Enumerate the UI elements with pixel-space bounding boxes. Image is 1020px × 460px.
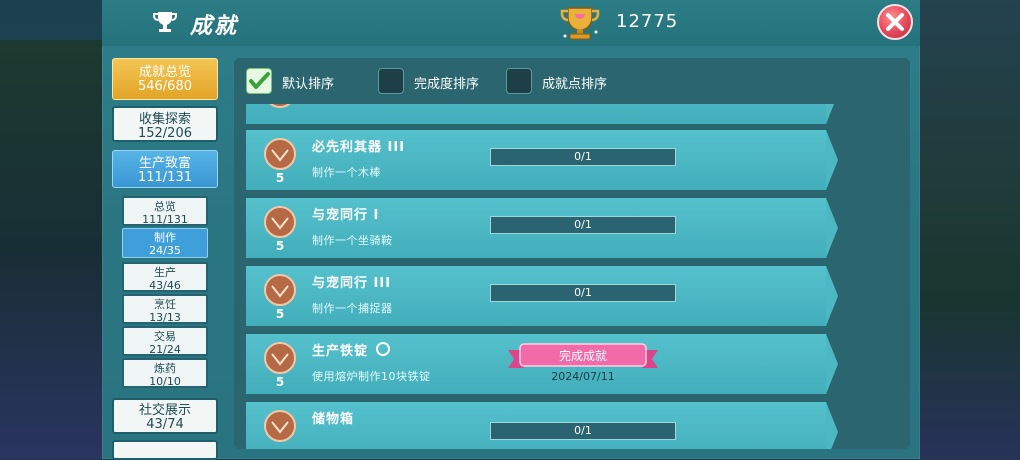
achievement-card[interactable]: [246, 104, 838, 124]
card-arrow: [826, 266, 838, 326]
completion-date: 2024/07/11: [551, 370, 615, 383]
title-bar: 成就 12775: [102, 0, 920, 46]
achievement-name: 生产铁锭: [312, 340, 391, 359]
sidebar-label: 生产致富: [138, 156, 191, 171]
subcategory-cooking[interactable]: 烹饪 13/13: [122, 294, 208, 324]
bronze-medal-icon: 5: [264, 274, 296, 320]
sidebar-achievement-overview[interactable]: 成就总览 546/680: [112, 58, 218, 100]
achievement-card[interactable]: 5 必先利其器 III 制作一个木棒 0/1: [246, 130, 838, 190]
sub-label: 制作: [154, 231, 176, 244]
close-icon: [886, 13, 904, 31]
subcategory-overview[interactable]: 总览 111/131: [122, 196, 208, 226]
sub-label: 生产: [154, 266, 176, 279]
achievement-name: 储物箱: [312, 412, 355, 427]
progress-bar: 0/1: [490, 148, 676, 166]
sidebar-next-category[interactable]: [112, 440, 218, 460]
achievement-name-text: 生产铁锭: [312, 344, 369, 359]
medal-level: 5: [276, 171, 284, 184]
sidebar-count: 111/131: [137, 170, 192, 185]
achievement-description: 制作一个木棒: [312, 166, 381, 179]
sub-count: 10/10: [149, 375, 181, 388]
achievement-name: 与宠同行 III: [312, 276, 392, 291]
sub-count: 43/46: [149, 279, 181, 292]
sidebar-count: 152/206: [137, 126, 192, 141]
bronze-medal-icon: [269, 104, 291, 108]
card-arrow: [826, 130, 838, 190]
subcategory-alchemy[interactable]: 炼药 10/10: [122, 358, 208, 388]
gold-cup-icon: [560, 7, 600, 40]
sidebar-count: 546/680: [137, 79, 192, 94]
sort-label: 成就点排序: [542, 77, 608, 92]
sub-count: 111/131: [142, 213, 188, 226]
checkbox[interactable]: [378, 68, 404, 94]
achievement-name: 与宠同行 I: [312, 208, 380, 223]
achievement-card[interactable]: 5 与宠同行 III 制作一个捕捉器 0/1: [246, 266, 838, 326]
background-scenery-left: [0, 40, 102, 459]
checkmark-icon: [249, 72, 270, 89]
progress-bar: 0/1: [490, 422, 676, 440]
sub-label: 炼药: [154, 362, 176, 375]
subcategory-produce[interactable]: 生产 43/46: [122, 262, 208, 292]
achievement-description: 使用熔炉制作10块铁锭: [312, 370, 431, 383]
subcategory-trade[interactable]: 交易 21/24: [122, 326, 208, 356]
bronze-medal-icon: [264, 410, 296, 442]
sidebar-count: 43/74: [146, 417, 184, 432]
bronze-medal-icon: 5: [264, 206, 296, 252]
progress-bar: 0/1: [490, 216, 676, 234]
sub-label: 交易: [154, 330, 176, 343]
sidebar-label: 收集探索: [138, 112, 191, 127]
sort-label: 默认排序: [282, 77, 335, 92]
achievement-card[interactable]: 储物箱 0/1: [246, 402, 838, 449]
sort-label: 完成度排序: [414, 77, 480, 92]
completed-label: 完成成就: [559, 348, 607, 363]
medal-level: 5: [276, 307, 284, 320]
achievement-description: 制作一个坐骑鞍: [312, 234, 393, 247]
checkbox[interactable]: [506, 68, 532, 94]
sub-count: 24/35: [149, 244, 181, 257]
checkbox[interactable]: [246, 68, 272, 94]
progress-bar: 0/1: [490, 284, 676, 302]
achievement-card[interactable]: 5 与宠同行 I 制作一个坐骑鞍 0/1: [246, 198, 838, 258]
sidebar-label: 社交展示: [138, 403, 191, 418]
card-arrow: [826, 334, 838, 394]
sidebar-social-showcase[interactable]: 社交展示 43/74: [112, 398, 218, 434]
achievement-panel: 成就 12775 成就总览 546/680 收集探索 152/206 生产致富 …: [102, 0, 920, 460]
completed-ribbon: 完成成就: [508, 343, 658, 368]
bronze-medal-icon: 5: [264, 342, 296, 388]
sub-count: 13/13: [149, 311, 181, 324]
card-arrow: [826, 104, 838, 124]
achievement-points: 12775: [616, 11, 679, 32]
sub-count: 21/24: [149, 343, 181, 356]
close-button[interactable]: [877, 4, 913, 40]
achievement-card[interactable]: 5 生产铁锭 使用熔炉制作10块铁锭 完成成就 2024/07/11: [246, 334, 838, 394]
medal-level: 5: [276, 239, 284, 252]
sort-bar: 默认排序 完成度排序 成就点排序: [234, 58, 910, 104]
achievement-list[interactable]: 5 必先利其器 III 制作一个木棒 0/1 5 与宠同行 I 制作一个坐骑鞍 …: [234, 104, 910, 449]
page-title: 成就: [190, 14, 239, 39]
bronze-medal-icon: 5: [264, 138, 296, 184]
circle-icon: [376, 342, 391, 356]
achievement-name: 必先利其器 III: [312, 140, 406, 155]
achievement-description: 制作一个捕捉器: [312, 302, 393, 315]
card-arrow: [826, 198, 838, 258]
sub-label: 烹饪: [154, 298, 176, 311]
card-arrow: [826, 402, 838, 449]
sub-label: 总览: [154, 200, 176, 213]
trophy-icon: [153, 12, 177, 32]
sidebar-collect-explore[interactable]: 收集探索 152/206: [112, 106, 218, 142]
sidebar-label: 成就总览: [138, 65, 191, 80]
subcategory-craft[interactable]: 制作 24/35: [122, 228, 208, 258]
sidebar-production[interactable]: 生产致富 111/131: [112, 150, 218, 188]
medal-level: 5: [276, 375, 284, 388]
achievement-list-area: 默认排序 完成度排序 成就点排序 5 必先利其器 III 制作一个木棒 0/1 …: [234, 58, 910, 449]
background-scenery-right: [918, 0, 1020, 459]
